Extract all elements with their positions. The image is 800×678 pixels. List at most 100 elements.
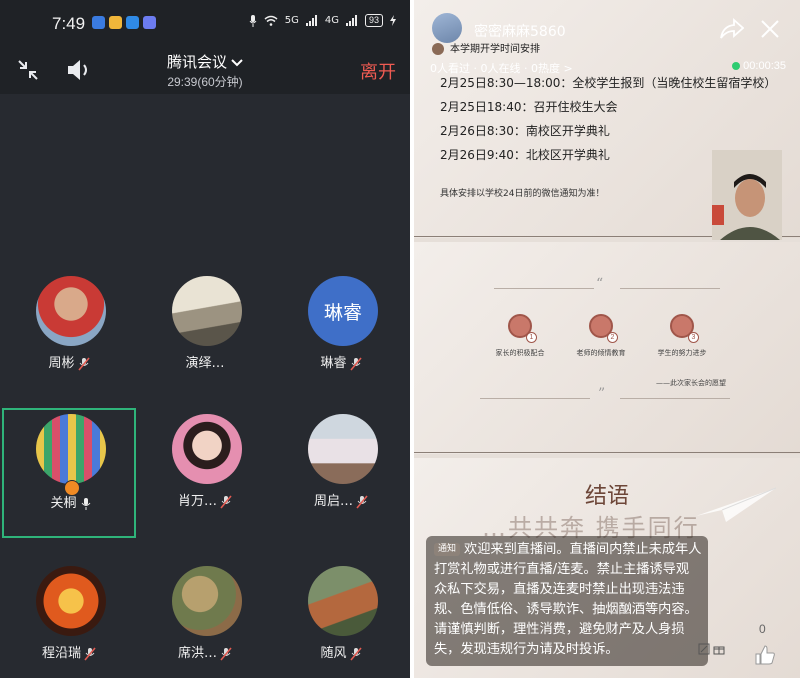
gift-icon[interactable] [713,643,725,655]
participant-name-label: 肖万… [177,494,217,509]
meeting-duration: 29:39(60分钟) [167,75,243,89]
like-count: 0 [759,622,766,636]
mic-muted-icon [349,356,362,371]
status-time: 7:49 [52,14,86,33]
battery-level: 93 [364,14,383,27]
wifi-icon [264,15,278,26]
mic-muted-icon [349,646,362,661]
participant-tile[interactable]: 程沿瑞 [2,560,136,678]
participant-name-label: 周启… [313,494,353,509]
status-bar: 7:49 5G 4G 93 [0,0,410,46]
schedule-line: 2月26日9:40：北校区开学典礼 [440,148,610,162]
share-icon[interactable] [720,18,744,40]
participant-tile[interactable]: 席洪… [138,560,272,678]
signal-bars-icon [305,15,317,26]
signal-5g-label: 5G [284,15,299,26]
paper-plane-icon [696,487,776,522]
item-number: 1 [526,332,537,343]
mic-status-icon [249,14,257,27]
streamer-name[interactable]: 密密麻麻5860 [474,21,566,41]
item-label: 老师的倾情教育 [576,349,626,357]
avatar [308,566,378,636]
participant-name: 程沿瑞 [2,642,136,661]
live-timer: 00:00:35 [732,60,786,72]
participant-name: 琳睿 [274,352,408,371]
participant-tile[interactable]: 琳睿 琳睿 [274,270,408,400]
live-stats[interactable]: 0人看过 · 0人在线 · 0热度 > [430,60,573,76]
close-icon[interactable] [760,19,780,39]
participant-name-label: 琳睿 [320,356,347,371]
participant-name-label: 程沿瑞 [41,646,81,661]
slide-wishes: “ 1 家长的积极配合 2 老师的倾情教育 3 学生的努力进步 ——此次家长会的… [414,242,800,454]
participant-name-label: 关桐 [50,496,77,511]
participant-name: 肖万… [138,490,272,509]
quote-mark-icon: ” [598,386,606,402]
chevron-down-icon [231,59,243,67]
meeting-panel: 7:49 5G 4G 93 腾讯会议 29:39(60分钟) 离开 周彬 演绎…… [0,0,410,678]
participant-name: 周彬 [2,352,136,371]
participant-tile[interactable]: 演绎… [138,270,272,400]
avatar [172,566,242,636]
participant-name: 演绎… [138,352,272,371]
item-number: 3 [688,332,699,343]
notice-text: 欢迎来到直播间。直播间内禁止未成年人打赏礼物或进行直播/连麦。禁止主播诱导观众私… [434,542,702,657]
schedule-line: 2月26日8:30：南校区开学典礼 [440,124,610,138]
notice-tag: 通知 [434,543,461,556]
quote-mark-icon: “ [596,276,604,292]
mic-active-icon [81,497,90,510]
status-indicators: 5G 4G 93 [249,14,396,27]
avatar [36,566,106,636]
participant-name: 关桐 [4,492,138,511]
live-dot-icon [732,62,741,71]
participant-name-label: 周彬 [48,356,75,371]
avatar-text: 琳睿 [308,276,378,346]
avatar [172,414,242,484]
item-label: 家长的积极配合 [495,349,545,357]
avatar [36,276,106,346]
participant-tile[interactable]: 随风 [274,560,408,678]
screen: 7:49 5G 4G 93 腾讯会议 29:39(60分钟) 离开 周彬 演绎…… [0,0,800,678]
app-notification-icon [143,16,156,29]
avatar [308,414,378,484]
participant-tile[interactable]: 周彬 [2,270,136,400]
streamer-video[interactable] [712,150,782,240]
streamer-avatar[interactable] [432,13,462,43]
meeting-toolbar: 腾讯会议 29:39(60分钟) 离开 [0,46,410,94]
live-subtitle: 本学期开学时间安排 [450,44,540,55]
app-notification-icon [109,16,122,29]
live-timer-value: 00:00:35 [743,60,786,72]
bottom-tools [698,643,725,658]
participant-name: 随风 [274,642,408,661]
mic-muted-icon [77,356,90,371]
participant-name-label: 演绎… [185,356,225,371]
status-app-icons [92,16,156,29]
streamer-figure [712,150,782,240]
participant-tile[interactable]: 肖万… [138,408,272,538]
edit-icon[interactable] [698,643,710,655]
schedule-note: 具体安排以学校24日前的微信通知为准！ [440,189,605,199]
live-panel: 2月25日8:30—18:00：全校学生报到（当晚住校生留宿学校） 2月25日1… [414,0,800,678]
leave-button[interactable]: 离开 [360,58,396,84]
thumbs-up-icon[interactable] [754,644,776,666]
mic-muted-icon [220,646,232,661]
schedule-line: 2月25日18:40：召开住校生大会 [440,100,618,114]
subtitle-dot-icon [432,43,444,55]
mic-muted-icon [220,494,232,509]
participant-name: 席洪… [138,642,272,661]
meeting-app-title: 腾讯会议 [166,53,227,71]
mic-muted-icon [84,646,96,661]
item-label: 学生的努力进步 [657,349,707,357]
meeting-title[interactable]: 腾讯会议 [0,51,410,72]
signal-4g-label: 4G [324,15,339,26]
slide-quote: ——此次家长会的愿望 [656,379,726,387]
mic-muted-icon [356,494,368,509]
participant-tile[interactable]: 周启… [274,408,408,538]
participant-name: 周启… [274,490,408,509]
participant-name-label: 随风 [320,646,347,661]
participant-tile-active[interactable]: 关桐 [2,408,136,538]
app-notification-icon [92,16,105,29]
avatar: 琳睿 [308,276,378,346]
live-header: 密密麻麻5860 本学期开学时间安排 0人看过 · 0人在线 · 0热度 > 0… [414,0,800,80]
live-notice: 通知 欢迎来到直播间。直播间内禁止未成年人打赏礼物或进行直播/连麦。禁止主播诱导观… [426,536,708,666]
avatar [36,414,106,484]
